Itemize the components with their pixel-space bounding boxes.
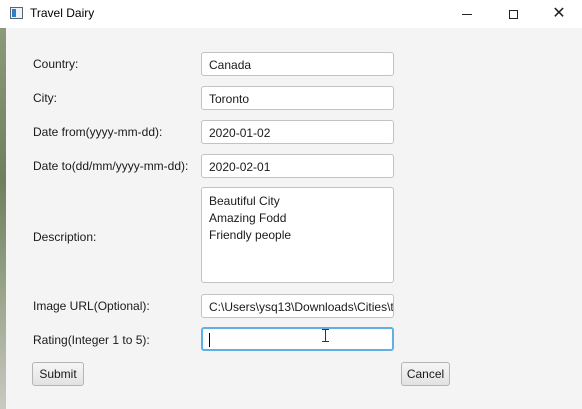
minimize-button[interactable] [444,0,490,28]
submit-button[interactable]: Submit [32,362,84,386]
maximize-icon [508,9,518,19]
image-url-input[interactable]: C:\Users\ysq13\Downloads\Cities\to [201,294,394,318]
image-url-label: Image URL(Optional): [33,299,150,313]
title-bar[interactable]: Travel Dairy ✕ [0,0,582,28]
rating-label: Rating(Integer 1 to 5): [33,333,150,347]
country-input[interactable]: Canada [201,52,394,76]
description-line: Amazing Fodd [209,211,287,225]
description-textarea[interactable]: Beautiful City Amazing Fodd Friendly peo… [201,187,394,283]
minimize-icon [462,13,472,15]
desktop-background [0,28,6,409]
date-from-input[interactable]: 2020-01-02 [201,120,394,144]
description-line: Friendly people [209,228,292,242]
close-button[interactable]: ✕ [536,0,582,28]
app-window: Travel Dairy ✕ Country: Canada City: Tor… [0,0,582,409]
country-label: Country: [33,57,79,71]
date-from-label: Date from(yyyy-mm-dd): [33,125,163,139]
maximize-button[interactable] [490,0,536,28]
date-to-label: Date to(dd/mm/yyyy-mm-dd): [33,159,189,173]
cancel-button[interactable]: Cancel [401,362,450,386]
date-to-input[interactable]: 2020-02-01 [201,154,394,178]
window-title: Travel Dairy [30,6,95,20]
city-input[interactable]: Toronto [201,86,394,110]
ibeam-cursor-icon [322,329,329,342]
description-label: Description: [33,230,97,244]
city-label: City: [33,91,57,105]
text-caret [209,332,210,347]
description-line: Beautiful City [209,194,280,208]
rating-input[interactable] [201,327,394,351]
app-icon [10,7,23,19]
close-icon: ✕ [552,5,566,22]
